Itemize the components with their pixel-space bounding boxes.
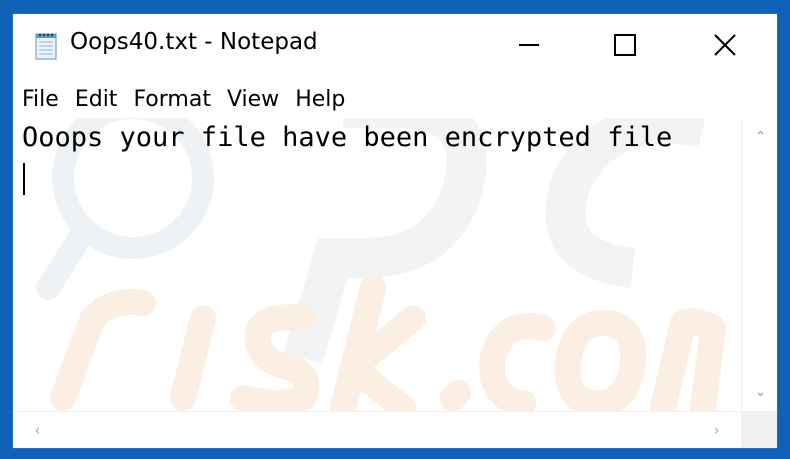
scroll-up-icon[interactable]: ⌃ (742, 122, 777, 152)
vertical-scrollbar[interactable]: ⌃ ⌄ (741, 118, 777, 411)
watermark-logo (36, 118, 726, 411)
maximize-button[interactable] (585, 14, 665, 76)
minimize-icon (519, 44, 539, 46)
scroll-down-icon[interactable]: ⌄ (742, 377, 777, 407)
maximize-icon (614, 34, 636, 56)
menu-help[interactable]: Help (295, 87, 345, 112)
close-icon (714, 34, 736, 56)
scroll-left-icon[interactable]: ‹ (19, 416, 56, 446)
menu-file[interactable]: File (22, 87, 59, 112)
horizontal-scrollbar[interactable]: ‹ › (13, 411, 741, 448)
notepad-window: Oops40.txt - Notepad File Edit Format Vi… (12, 13, 778, 449)
window-title: Oops40.txt - Notepad (70, 29, 318, 55)
text-caret (23, 163, 25, 195)
text-editor[interactable]: Ooops your file have been encrypted file (13, 118, 741, 411)
window-frame: Oops40.txt - Notepad File Edit Format Vi… (0, 0, 790, 459)
minimize-button[interactable] (489, 14, 569, 76)
notepad-icon (35, 33, 57, 60)
close-button[interactable] (685, 14, 765, 76)
menu-edit[interactable]: Edit (75, 87, 118, 112)
scroll-right-icon[interactable]: › (698, 416, 735, 446)
menu-view[interactable]: View (227, 87, 279, 112)
menu-bar: File Edit Format View Help (13, 82, 777, 116)
editor-content: Ooops your file have been encrypted file (22, 122, 673, 153)
title-bar[interactable]: Oops40.txt - Notepad (13, 14, 777, 76)
menu-format[interactable]: Format (133, 87, 211, 112)
resize-grip[interactable] (741, 411, 777, 448)
